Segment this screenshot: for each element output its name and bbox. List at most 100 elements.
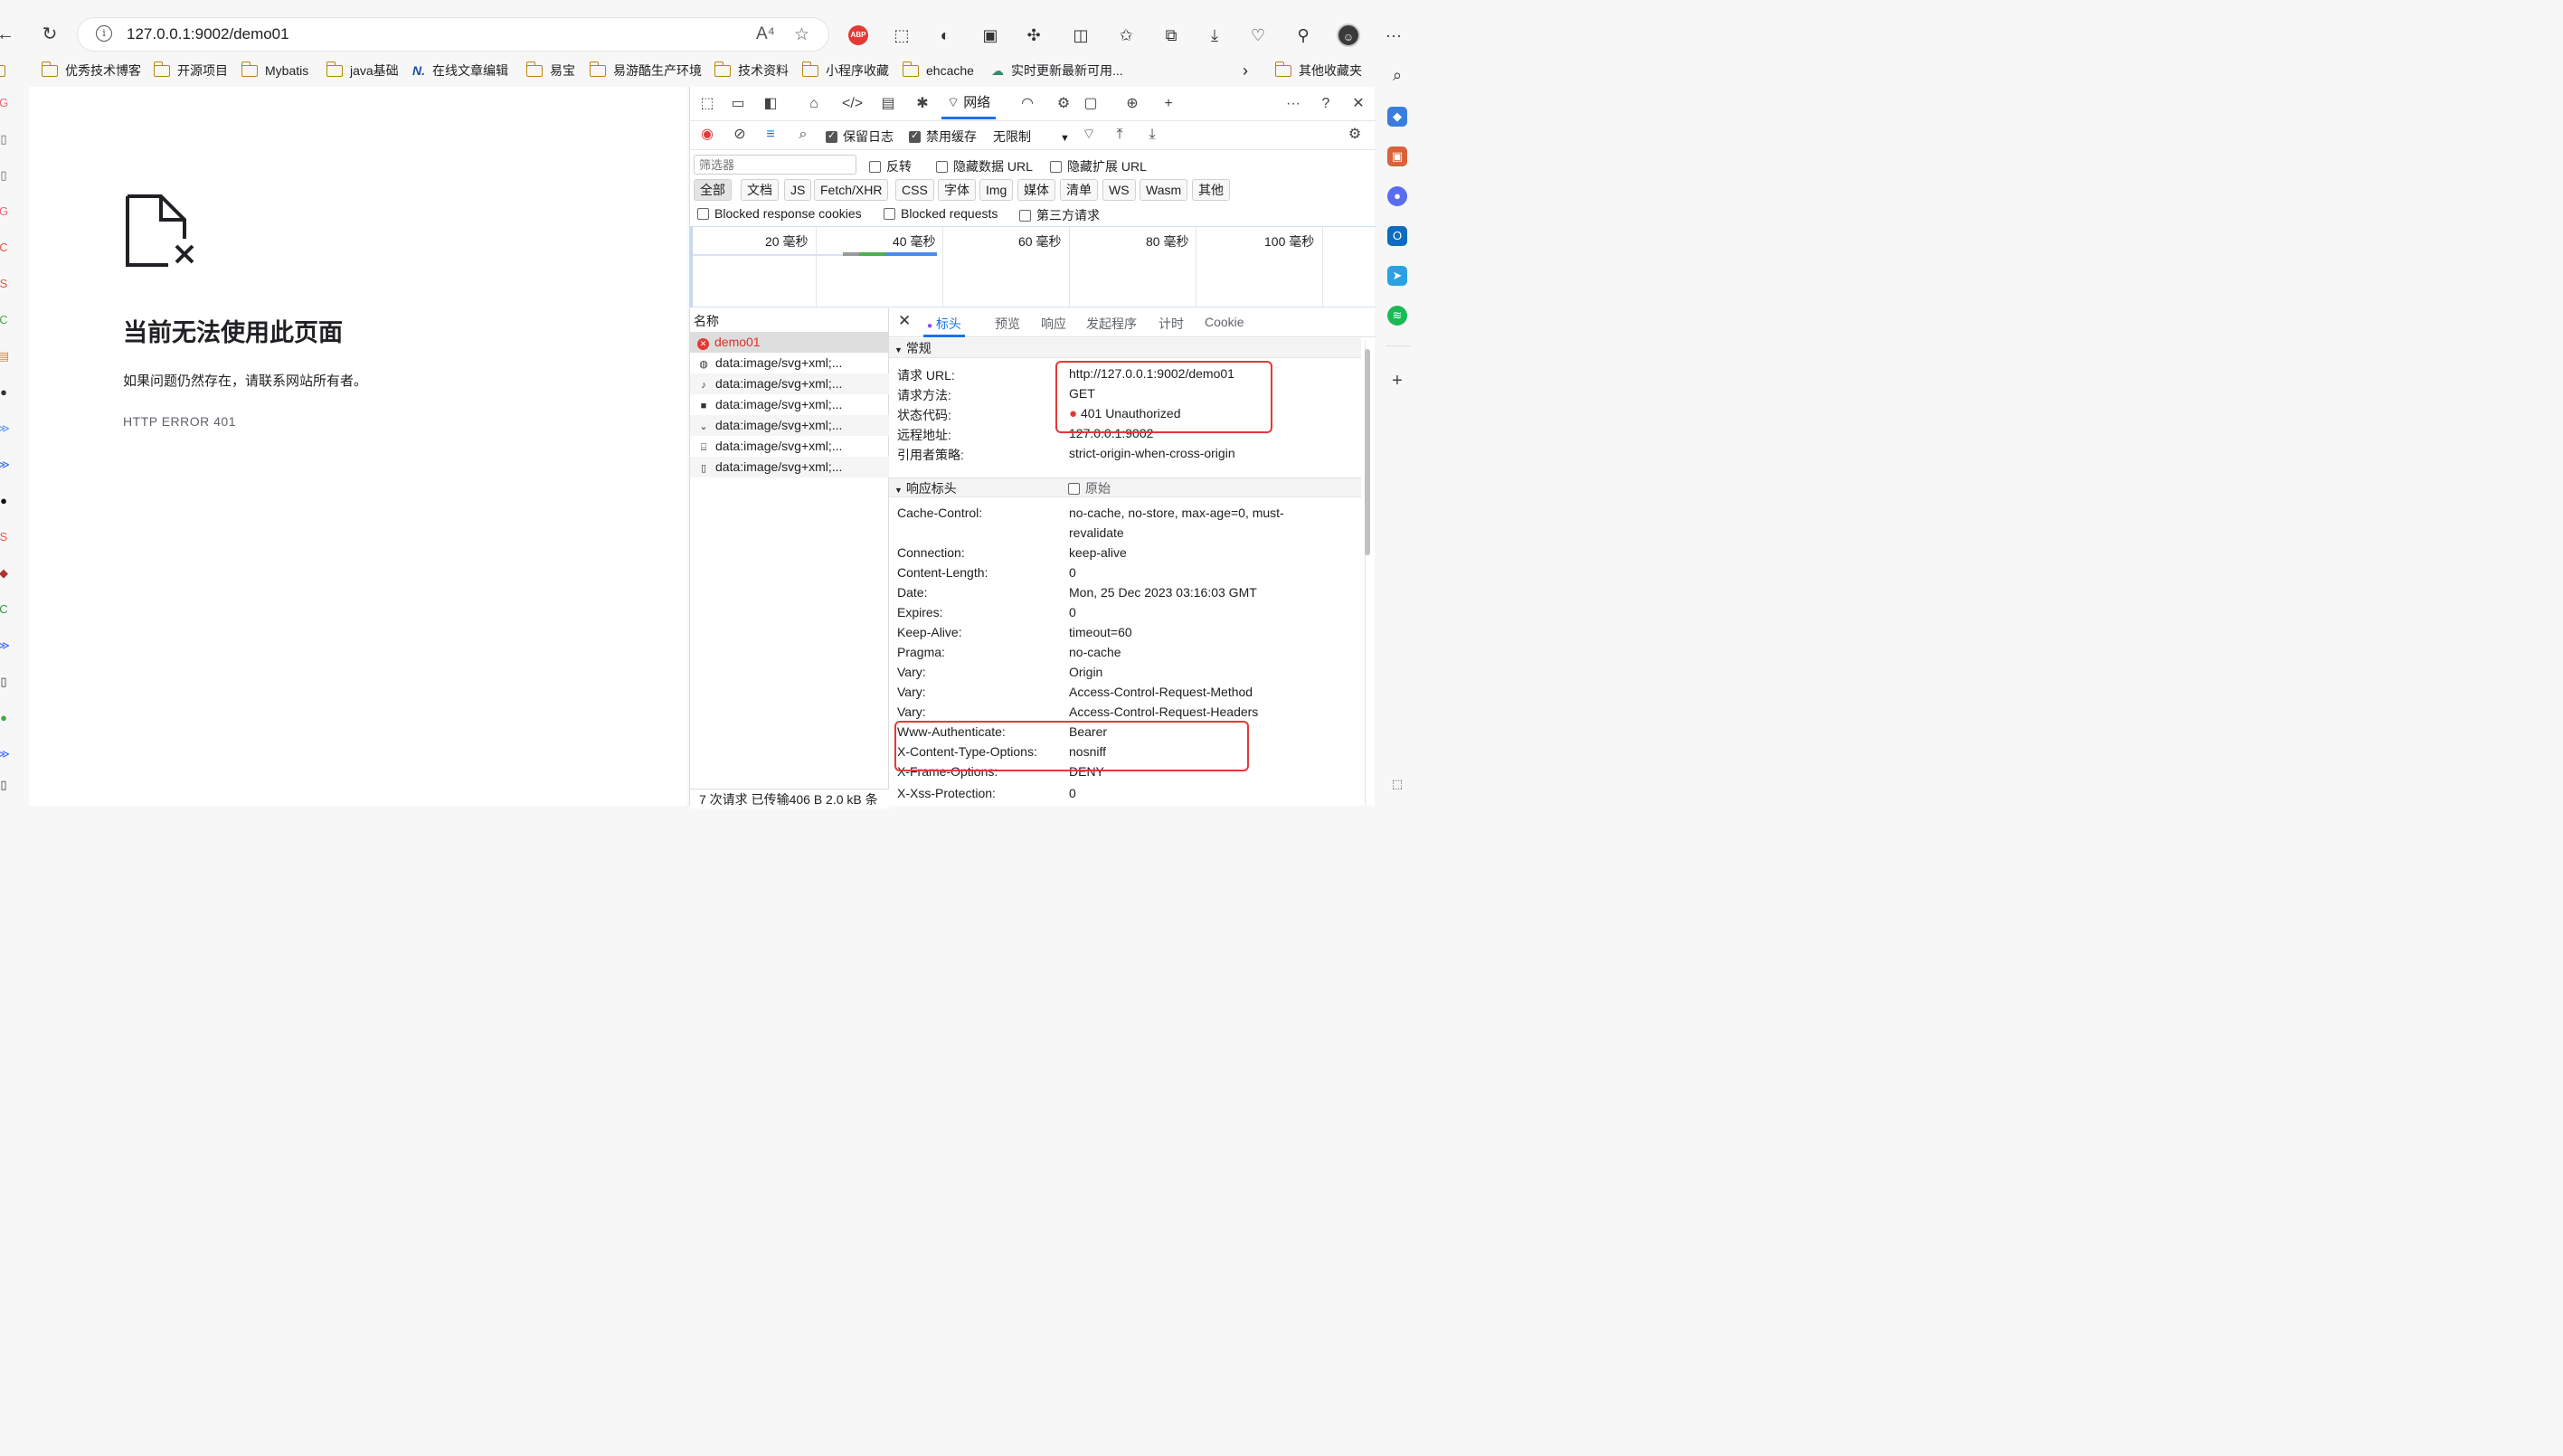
header-value[interactable]: keep-alive — [1069, 545, 1127, 560]
request-row[interactable]: ⌄ data:image/svg+xml;... — [690, 415, 889, 436]
throttle-select[interactable]: 无限制 ▼ — [993, 128, 1070, 146]
help-icon[interactable]: ? — [1316, 94, 1336, 114]
tab-icon[interactable]: ▯ — [0, 132, 11, 147]
type-filter-img[interactable]: Img — [979, 179, 1014, 201]
close-devtools-icon[interactable]: ✕ — [1348, 94, 1368, 114]
blocked-cookies-checkbox[interactable]: Blocked response cookies — [697, 206, 862, 221]
bookmark-partial[interactable] — [0, 61, 13, 80]
response-headers-section-header[interactable]: ▼ 响应标头 原始 — [889, 477, 1361, 497]
header-value[interactable]: 0 — [1069, 605, 1076, 619]
network-timeline[interactable]: 20 毫秒 40 毫秒 60 毫秒 80 毫秒 100 毫秒 — [690, 226, 1376, 307]
github-icon[interactable]: ● — [0, 494, 11, 508]
screen-capture-icon[interactable]: ⬚ — [890, 24, 913, 47]
request-row[interactable]: ⌸ data:image/svg+xml;... — [690, 436, 889, 457]
bookmark-item[interactable]: ☁ 实时更新最新可用... — [991, 61, 1123, 80]
type-filter-fetch[interactable]: Fetch/XHR — [814, 179, 889, 201]
header-value[interactable]: no-cache, no-store, max-age=0, must- — [1069, 506, 1284, 520]
add-icon[interactable]: + — [1387, 371, 1407, 391]
extensions-icon[interactable]: ✣ — [1022, 24, 1045, 47]
address-bar[interactable]: i 127.0.0.1:9002/demo01 A⁴ ☆ — [78, 18, 828, 51]
bookmark-item[interactable]: 易游酷生产环境 — [589, 61, 702, 80]
header-value[interactable]: Access-Control-Request-Method — [1069, 685, 1253, 699]
adblock-plus-icon[interactable]: ABP — [848, 25, 868, 45]
bookmark-item[interactable]: ehcache — [902, 61, 974, 80]
tab-icon[interactable]: ≫ — [0, 458, 11, 472]
site-info-icon[interactable]: i — [96, 25, 112, 42]
disable-cache-checkbox[interactable]: 禁用缓存 — [909, 128, 977, 146]
close-details-icon[interactable]: ✕ — [898, 312, 911, 330]
blocked-requests-checkbox[interactable]: Blocked requests — [884, 206, 998, 221]
sync-icon[interactable]: ⚲ — [1291, 24, 1315, 47]
url-text[interactable]: 127.0.0.1:9002/demo01 — [127, 25, 289, 43]
request-row[interactable]: ■ data:image/svg+xml;... — [690, 394, 889, 415]
inspect-icon[interactable]: ⬚ — [697, 94, 717, 114]
tab-icon[interactable]: ▯ — [0, 778, 11, 792]
request-row[interactable]: ♪ data:image/svg+xml;... — [690, 373, 889, 394]
tab-headers[interactable]: ● 标头 — [923, 315, 965, 337]
back-icon[interactable]: ← — [0, 24, 16, 45]
invert-checkbox[interactable]: 反转 — [869, 157, 912, 175]
tab-icon[interactable]: S — [0, 530, 11, 544]
github-icon[interactable]: ● — [0, 385, 11, 400]
type-filter-ws[interactable]: WS — [1102, 179, 1136, 201]
read-aloud-icon[interactable]: A⁴ — [756, 24, 775, 44]
tab-icon[interactable]: S — [0, 277, 11, 291]
network-conditions-icon[interactable]: ⌔ — [1079, 125, 1099, 145]
header-value[interactable]: timeout=60 — [1069, 625, 1132, 639]
spotify-icon[interactable]: ≋ — [1387, 306, 1407, 326]
tab-preview[interactable]: 预览 — [995, 315, 1020, 333]
tab-icon[interactable]: ▯ — [0, 675, 11, 689]
search-icon[interactable]: ⌕ — [1387, 65, 1407, 85]
tab-initiator[interactable]: 发起程序 — [1086, 315, 1137, 333]
z-extension-icon[interactable]: ▣ — [979, 24, 1002, 47]
type-filter-manifest[interactable]: 清单 — [1060, 179, 1098, 201]
tab-icon[interactable]: ≫ — [0, 747, 11, 761]
device-toolbar-icon[interactable]: ▭ — [728, 94, 748, 114]
bookmark-item[interactable]: 其他收藏夹 — [1274, 61, 1362, 80]
favorites-icon[interactable]: ✩ — [1114, 24, 1138, 47]
bug-icon[interactable]: ✱ — [913, 94, 932, 114]
general-section-header[interactable]: ▼ 常规 — [889, 338, 1361, 358]
header-value[interactable]: Mon, 25 Dec 2023 03:16:03 GMT — [1069, 585, 1257, 600]
header-value[interactable]: 0 — [1069, 786, 1076, 800]
home-icon[interactable]: ⌂ — [804, 94, 824, 114]
tab-icon[interactable]: C — [0, 313, 11, 327]
screenshot-icon[interactable]: ⬚ — [1387, 774, 1407, 794]
header-value[interactable]: 0 — [1069, 565, 1076, 580]
toolbox-icon[interactable]: ▣ — [1387, 147, 1407, 166]
type-filter-media[interactable]: 媒体 — [1017, 179, 1055, 201]
bookmark-item[interactable]: 小程序收藏 — [801, 61, 889, 80]
header-value[interactable]: no-cache — [1069, 645, 1121, 659]
request-row[interactable]: ✕ demo01 — [690, 332, 889, 353]
bookmark-item[interactable]: 易宝 — [525, 61, 575, 80]
type-filter-other[interactable]: 其他 — [1192, 179, 1230, 201]
tab-icon[interactable]: ◆ — [0, 566, 11, 581]
send-icon[interactable]: ➤ — [1387, 266, 1407, 286]
refresh-icon[interactable]: ↻ — [39, 24, 61, 45]
type-filter-css[interactable]: CSS — [895, 179, 934, 201]
more-icon[interactable]: ··· — [1382, 24, 1405, 47]
tab-icon[interactable]: G — [0, 204, 11, 219]
header-value[interactable]: Access-Control-Request-Headers — [1069, 704, 1258, 719]
download-icon[interactable]: ⤓ — [1203, 24, 1226, 47]
type-filter-font[interactable]: 字体 — [938, 179, 976, 201]
dock-icon[interactable]: ◧ — [761, 94, 780, 114]
type-filter-doc[interactable]: 文档 — [741, 179, 779, 201]
profile-avatar[interactable]: ☺ — [1337, 24, 1360, 47]
download-icon[interactable]: ⤓ — [1142, 125, 1162, 145]
upload-icon[interactable]: ⤒ — [1110, 125, 1130, 145]
bookmark-item[interactable]: 技术资料 — [714, 61, 789, 80]
bookmark-item[interactable]: 开源项目 — [153, 61, 228, 80]
bookmark-item[interactable]: 优秀技术博客 — [41, 61, 141, 80]
console-icon[interactable]: ▤ — [878, 94, 898, 114]
tab-icon[interactable]: ▤ — [0, 349, 11, 364]
split-screen-icon[interactable]: ◫ — [1069, 24, 1092, 47]
clear-icon[interactable]: ⊘ — [730, 125, 750, 145]
raw-checkbox[interactable]: 原始 — [1068, 478, 1111, 498]
tab-cookie[interactable]: Cookie — [1205, 315, 1244, 329]
bookmark-item[interactable]: Mybatis — [241, 61, 308, 80]
column-header-name[interactable]: 名称 — [694, 312, 719, 330]
mouse-icon[interactable]: ◐ — [933, 24, 957, 47]
tab-timing[interactable]: 计时 — [1159, 315, 1184, 333]
tab-icon[interactable]: ▯ — [0, 168, 11, 183]
